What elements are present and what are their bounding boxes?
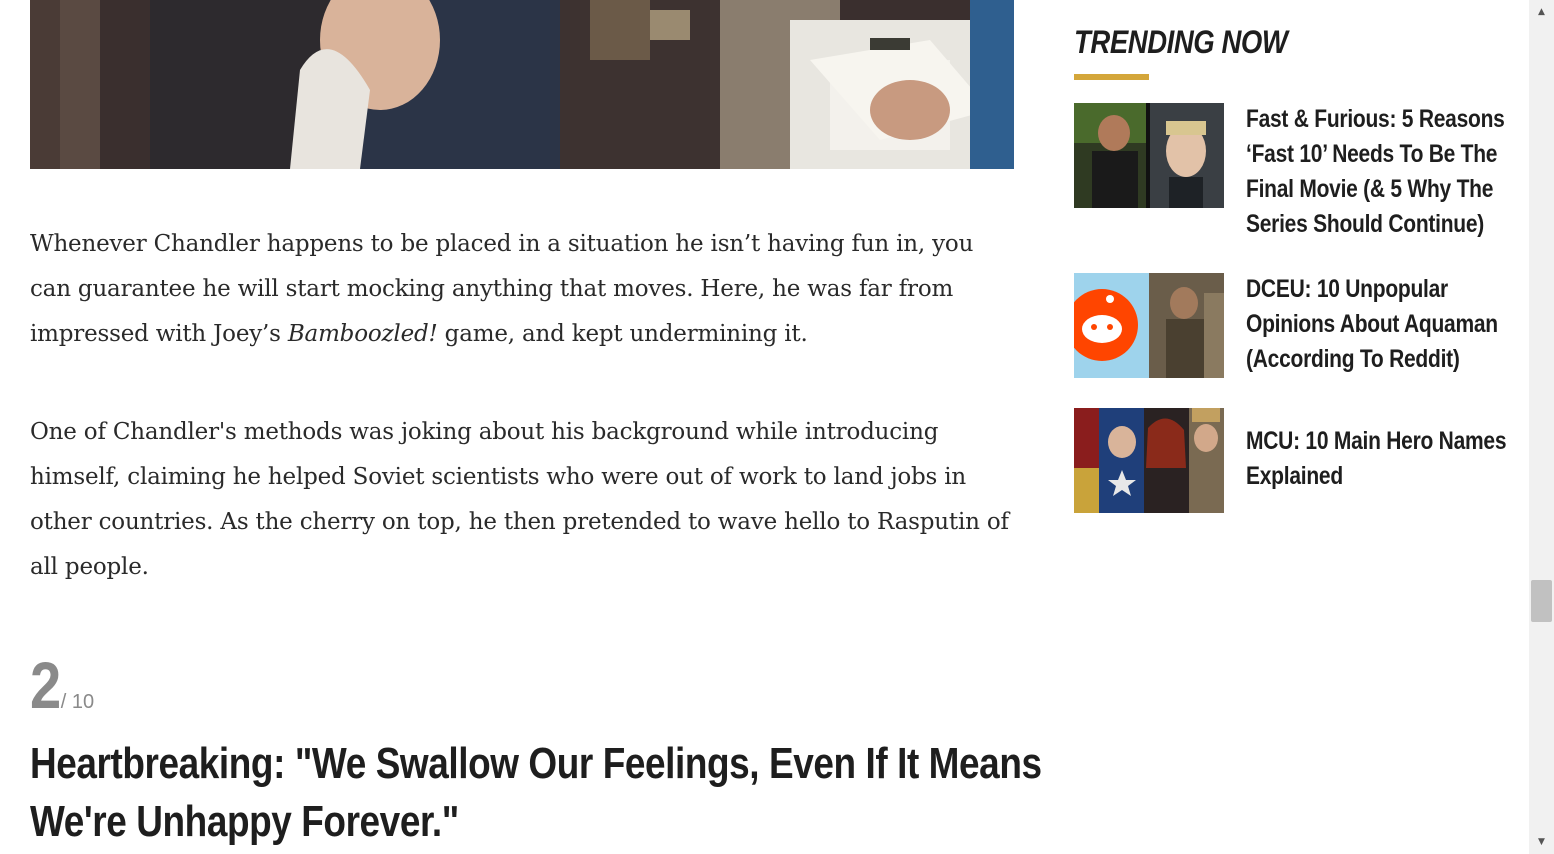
trending-item[interactable]: Fast & Furious: 5 Reasons ‘Fast 10’ Need…	[1074, 103, 1514, 238]
fast-furious-thumbnail-graphic	[1074, 103, 1224, 208]
trending-item-title[interactable]: MCU: 10 Main Hero Names Explained	[1246, 424, 1507, 494]
mcu-heroes-thumbnail-graphic	[1074, 408, 1224, 513]
paragraph-text: game, and kept undermining it.	[437, 321, 808, 347]
scrollbar-thumb[interactable]	[1531, 580, 1552, 622]
entry-rank-number: 2	[30, 648, 61, 722]
article-paragraph: One of Chandler's methods was joking abo…	[30, 419, 1009, 580]
trending-thumbnail[interactable]	[1074, 408, 1224, 513]
trending-item-title[interactable]: Fast & Furious: 5 Reasons ‘Fast 10’ Need…	[1246, 102, 1506, 242]
game-title-emphasis: Bamboozled!	[287, 321, 438, 347]
article-paragraph: Whenever Chandler happens to be placed i…	[30, 222, 1014, 357]
trending-heading: TRENDING NOW	[1074, 24, 1288, 60]
reddit-aquaman-thumbnail-graphic	[1074, 273, 1224, 378]
entry-rank: 2 / 10	[30, 650, 94, 720]
trending-underline	[1074, 74, 1149, 80]
vertical-scrollbar[interactable]: ▲ ▼	[1529, 0, 1554, 854]
trending-thumbnail[interactable]	[1074, 273, 1224, 378]
trending-item-title[interactable]: DCEU: 10 Unpopular Opinions About Aquama…	[1246, 272, 1506, 377]
entry-title-line: We're Unhappy Forever."	[30, 797, 459, 846]
trending-item[interactable]: DCEU: 10 Unpopular Opinions About Aquama…	[1074, 273, 1514, 383]
trending-sidebar: TRENDING NOW Fast & Furious: 5 Reasons ‘…	[1074, 20, 1514, 513]
scroll-up-arrow-icon[interactable]: ▲	[1529, 2, 1554, 22]
trending-thumbnail[interactable]	[1074, 103, 1224, 208]
scroll-down-arrow-icon[interactable]: ▼	[1529, 832, 1554, 852]
article-image	[30, 0, 1014, 169]
entry-title-line: Heartbreaking: "We Swallow Our Feelings,…	[30, 739, 1042, 788]
article-image-graphic	[30, 0, 1014, 169]
entry-rank-total: / 10	[60, 691, 95, 713]
trending-item[interactable]: MCU: 10 Main Hero Names Explained	[1074, 408, 1514, 518]
entry-title: Heartbreaking: "We Swallow Our Feelings,…	[30, 735, 1042, 851]
